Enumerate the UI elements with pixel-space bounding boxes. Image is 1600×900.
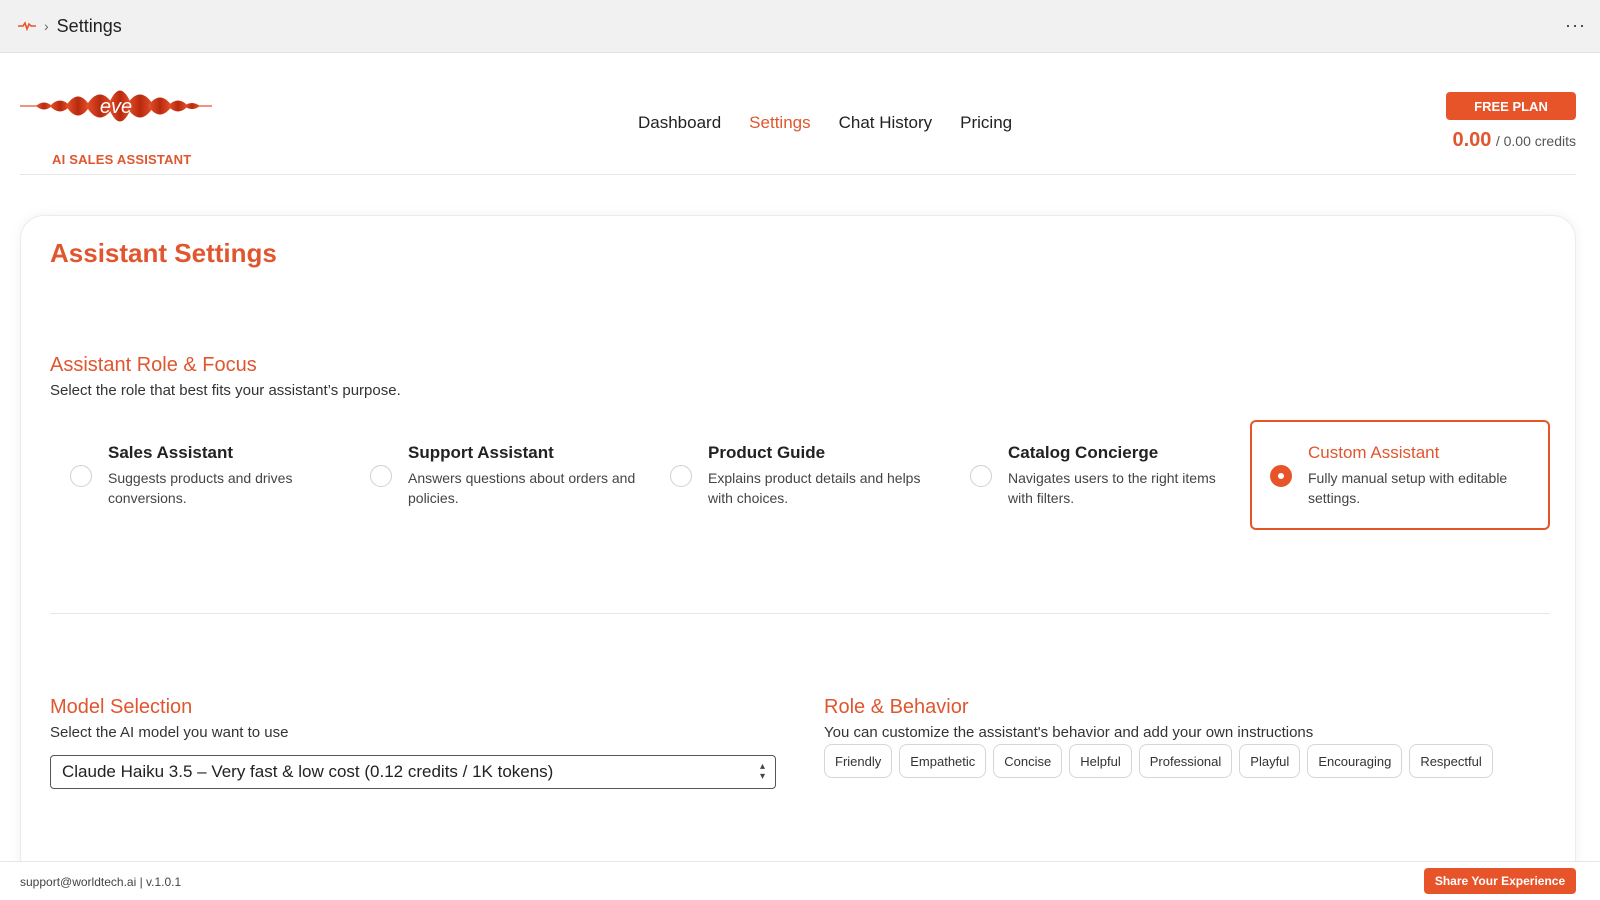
- behavior-section-subtitle: You can customize the assistant's behavi…: [824, 724, 1314, 741]
- role-option-sales-assistant[interactable]: Sales Assistant Suggests products and dr…: [50, 420, 350, 530]
- role-option-desc: Navigates users to the right items with …: [1008, 470, 1216, 506]
- free-plan-button[interactable]: FREE PLAN: [1446, 92, 1576, 120]
- app-footer: support@worldtech.ai | v.1.0.1 Share You…: [0, 861, 1600, 900]
- role-option-catalog-concierge[interactable]: Catalog Concierge Navigates users to the…: [950, 420, 1250, 530]
- model-select-value: Claude Haiku 3.5 – Very fast & low cost …: [62, 762, 554, 781]
- role-section-title: Assistant Role & Focus: [50, 354, 257, 376]
- role-option-title: Sales Assistant: [108, 443, 234, 462]
- role-options: Sales Assistant Suggests products and dr…: [50, 420, 1550, 530]
- tone-chip-respectful[interactable]: Respectful: [1409, 744, 1493, 778]
- tone-chip-concise[interactable]: Concise: [993, 744, 1063, 778]
- share-experience-button[interactable]: Share Your Experience: [1424, 868, 1576, 894]
- tone-chip-friendly[interactable]: Friendly: [824, 744, 893, 778]
- chevron-up-down-icon: ▴ ▾: [759, 761, 765, 782]
- tone-chip-encouraging[interactable]: Encouraging: [1307, 744, 1403, 778]
- settings-title: Assistant Settings: [50, 238, 277, 268]
- role-option-title: Product Guide: [708, 443, 826, 462]
- tone-chip-professional[interactable]: Professional: [1138, 744, 1233, 778]
- role-option-desc: Explains product details and helps with …: [708, 470, 921, 506]
- role-option-title: Custom Assistant: [1308, 443, 1440, 462]
- behavior-section-title: Role & Behavior: [824, 696, 969, 718]
- more-options-icon[interactable]: ···: [1565, 15, 1586, 36]
- credits-display: 0.00 / 0.00 credits: [1452, 129, 1576, 152]
- tone-chip-helpful[interactable]: Helpful: [1069, 744, 1132, 778]
- logo-tagline: AI SALES ASSISTANT: [52, 152, 192, 167]
- role-option-custom-assistant[interactable]: Custom Assistant Fully manual setup with…: [1250, 420, 1550, 530]
- radio-button[interactable]: [970, 465, 992, 487]
- role-section-subtitle: Select the role that best fits your assi…: [50, 382, 401, 399]
- radio-button-selected[interactable]: [1270, 465, 1292, 487]
- eve-wave-icon: [18, 21, 36, 31]
- breadcrumb-separator: ›: [44, 18, 49, 34]
- app-container: eve AI SALES ASSISTANT Dashboard Setting…: [0, 53, 1600, 900]
- role-option-desc: Suggests products and drives conversions…: [108, 470, 293, 506]
- nav-settings[interactable]: Settings: [749, 113, 810, 133]
- role-option-desc: Fully manual setup with editable setting…: [1308, 470, 1508, 506]
- tone-chip-empathetic[interactable]: Empathetic: [899, 744, 987, 778]
- radio-button[interactable]: [370, 465, 392, 487]
- window-topbar: › Settings ···: [0, 0, 1600, 53]
- nav-dashboard[interactable]: Dashboard: [638, 113, 721, 133]
- model-select[interactable]: Claude Haiku 3.5 – Very fast & low cost …: [50, 755, 776, 789]
- role-option-desc: Answers questions about orders and polic…: [408, 470, 636, 506]
- role-option-product-guide[interactable]: Product Guide Explains product details a…: [650, 420, 950, 530]
- role-option-support-assistant[interactable]: Support Assistant Answers questions abou…: [350, 420, 650, 530]
- section-divider: [50, 613, 1550, 614]
- nav-chat-history[interactable]: Chat History: [839, 113, 933, 133]
- radio-button[interactable]: [670, 465, 692, 487]
- eve-logo[interactable]: eve: [20, 75, 212, 145]
- role-option-title: Catalog Concierge: [1008, 443, 1159, 462]
- page-title: Settings: [56, 15, 122, 36]
- model-section-subtitle: Select the AI model you want to use: [50, 724, 289, 741]
- nav-pricing[interactable]: Pricing: [960, 113, 1012, 133]
- settings-card: Assistant Settings Assistant Role & Focu…: [20, 215, 1576, 900]
- radio-button[interactable]: [70, 465, 92, 487]
- model-section-title: Model Selection: [50, 696, 193, 718]
- credits-total: / 0.00 credits: [1495, 133, 1576, 149]
- behavior-tone-chips: Friendly Empathetic Concise Helpful Prof…: [824, 744, 1493, 778]
- tone-chip-playful[interactable]: Playful: [1239, 744, 1301, 778]
- main-nav: Dashboard Settings Chat History Pricing: [638, 113, 1012, 133]
- logo-text: eve: [100, 96, 132, 118]
- app-header: eve AI SALES ASSISTANT Dashboard Setting…: [20, 53, 1576, 175]
- credits-used: 0.00: [1452, 129, 1492, 151]
- support-info: support@worldtech.ai | v.1.0.1: [20, 875, 182, 889]
- role-option-title: Support Assistant: [408, 443, 554, 462]
